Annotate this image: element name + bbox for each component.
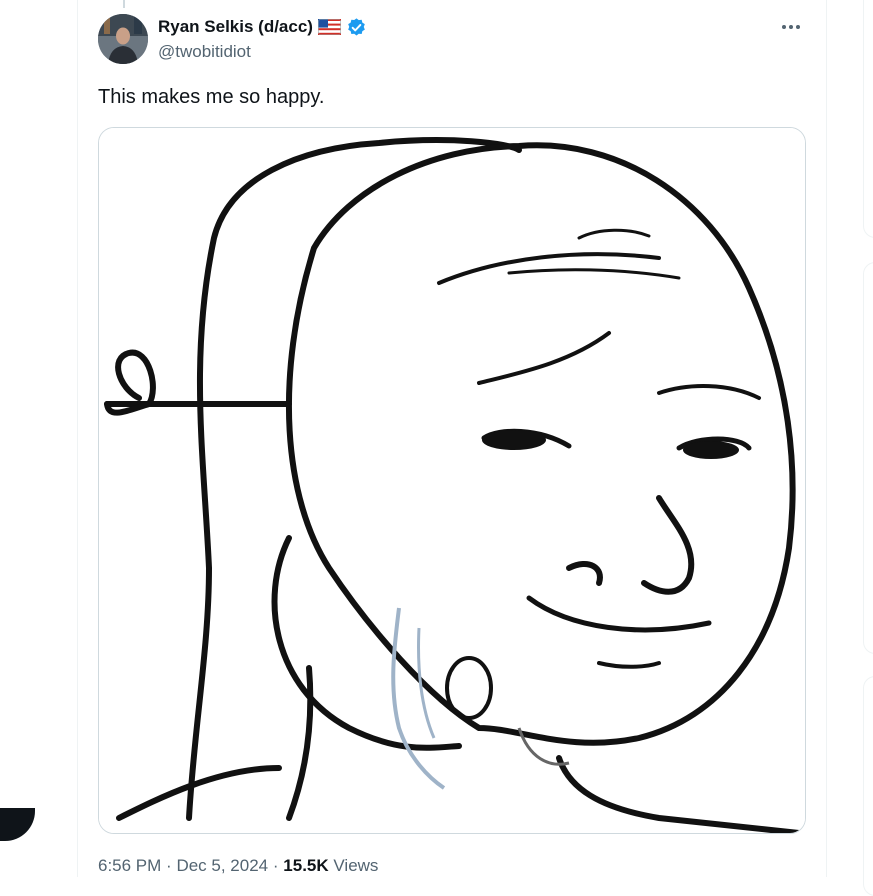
author-display-name[interactable]: Ryan Selkis (d/acc) [158,17,313,37]
author-handle[interactable]: @twobitidiot [158,42,251,62]
sidebar-card-edge-2 [863,262,873,654]
meta-separator-1: · [166,856,172,875]
avatar-photo [98,14,148,64]
sidebar-card-edge-1 [863,0,873,238]
views-count[interactable]: 15.5K [283,856,328,875]
us-flag-icon [317,19,341,35]
more-dots-icon [782,25,800,29]
floating-action-blob[interactable] [0,808,35,841]
tweet-date[interactable]: Dec 5, 2024 [176,856,268,875]
tweet-metadata: 6:56 PM · Dec 5, 2024 · 15.5K Views [98,856,378,876]
sidebar-card-edge-3 [863,676,873,896]
more-options-button[interactable] [776,14,806,40]
views-label: Views [333,856,379,875]
thread-connector-line [123,0,125,8]
tweet-text: This makes me so happy. [98,86,325,108]
tweet-time[interactable]: 6:56 PM [98,856,161,875]
verified-badge-icon[interactable] [346,17,367,38]
tweet-media-image[interactable] [98,127,806,834]
tweet-card[interactable]: Ryan Selkis (d/acc) @twobitidiot This ma… [77,0,827,877]
avatar[interactable] [98,14,148,64]
meta-separator-2: · [272,856,279,875]
wojak-mask-drawing [99,128,805,833]
